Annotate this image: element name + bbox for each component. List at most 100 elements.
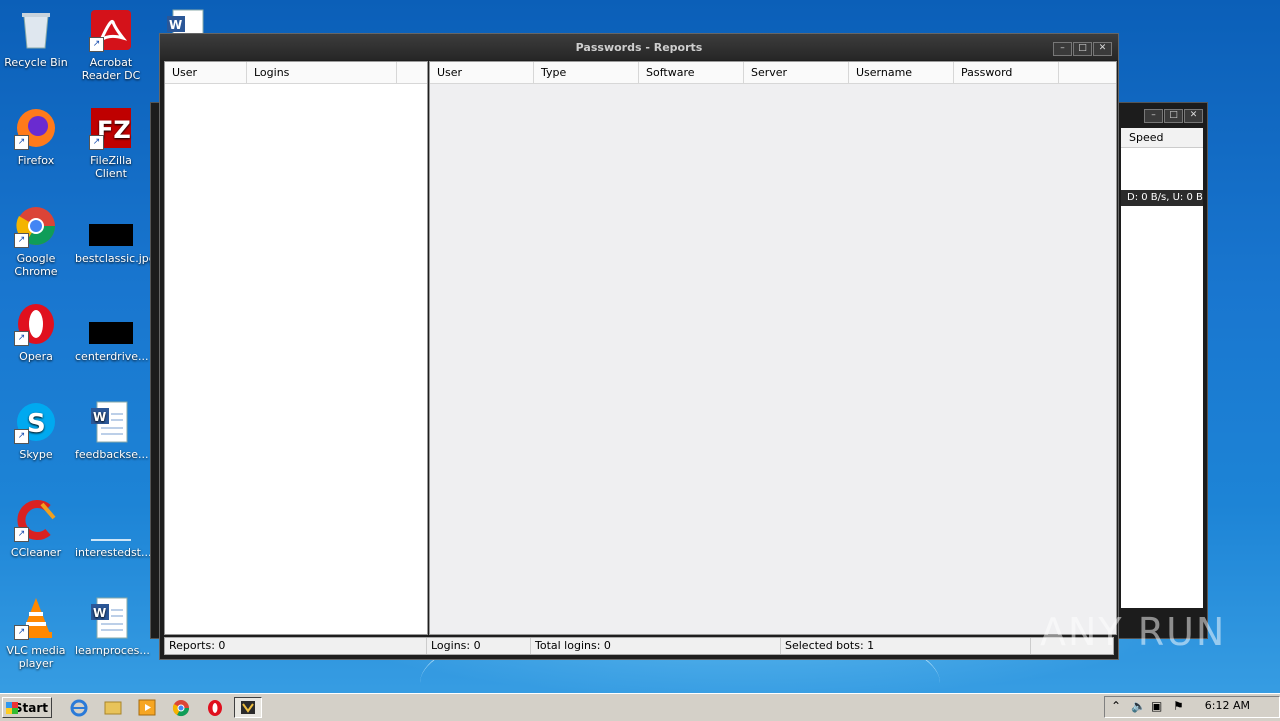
desktop-icon-label: Recycle Bin xyxy=(4,56,68,69)
desktop-icon-skype[interactable]: S ↗ Skype xyxy=(0,400,72,461)
taskbar-chrome-button[interactable] xyxy=(170,697,192,718)
column-header-type[interactable]: Type xyxy=(534,62,639,83)
vlc-icon: ↗ xyxy=(14,596,58,640)
bots-list-pane[interactable]: User Logins xyxy=(164,61,428,635)
desktop-icon-label: centerdrive... xyxy=(75,350,149,363)
shortcut-arrow-icon: ↗ xyxy=(89,37,104,52)
desktop-icon-label: feedbackse... xyxy=(75,448,149,461)
desktop-icon-chrome[interactable]: ↗ Google Chrome xyxy=(0,204,72,278)
column-header-password[interactable]: Password xyxy=(954,62,1059,83)
opera-icon: ↗ xyxy=(14,302,58,346)
desktop-icon-recycle-bin[interactable]: Recycle Bin xyxy=(0,8,72,69)
minimize-button[interactable]: – xyxy=(1053,42,1072,56)
desktop-icon-label: VLC media player xyxy=(6,644,66,670)
system-tray: ⌃ 🔈 ▣ ⚑ xyxy=(1104,696,1280,718)
word-document-icon: W xyxy=(167,9,204,37)
show-hidden-icons-icon[interactable]: ⌃ xyxy=(1111,699,1121,713)
desktop-icon-label: Acrobat Reader DC xyxy=(81,56,141,82)
desktop-icon-acrobat[interactable]: ↗ Acrobat Reader DC xyxy=(75,8,147,82)
desktop-icon-filezilla[interactable]: FZ ↗ FileZilla Client xyxy=(75,106,147,180)
speed-row[interactable]: D: 0 B/s, U: 0 B xyxy=(1121,190,1203,206)
column-header-user[interactable]: User xyxy=(430,62,534,83)
credentials-table-pane[interactable]: User Type Software Server Username Passw… xyxy=(429,61,1117,635)
desktop-icon-label: Opera xyxy=(19,350,53,363)
column-header-user[interactable]: User xyxy=(165,62,247,83)
status-selected-bots: Selected bots: 1 xyxy=(781,638,1031,654)
window-controls: – □ ✕ xyxy=(1052,40,1112,56)
start-button[interactable]: Start xyxy=(2,697,52,718)
word-document-icon: W xyxy=(89,596,133,640)
taskbar-explorer-button[interactable] xyxy=(102,697,124,718)
desktop-icon-label: interestedst... xyxy=(75,546,152,559)
desktop-icon-bestclassic[interactable]: bestclassic.jpg xyxy=(75,204,156,265)
network-icon[interactable]: ▣ xyxy=(1151,699,1162,713)
volume-icon[interactable]: 🔈 xyxy=(1131,699,1146,713)
taskbar-ie-button[interactable] xyxy=(68,697,90,718)
passwords-reports-window[interactable]: Passwords - Reports – □ ✕ User Logins User… xyxy=(159,33,1119,660)
desktop-icon-partial[interactable]: W xyxy=(165,8,209,37)
shortcut-arrow-icon: ↗ xyxy=(14,331,29,346)
shortcut-arrow-icon: ↗ xyxy=(14,527,29,542)
firefox-icon: ↗ xyxy=(14,106,58,150)
column-header-software[interactable]: Software xyxy=(639,62,744,83)
status-total-logins: Total logins: 0 xyxy=(531,638,781,654)
speed-column-header[interactable]: Speed xyxy=(1121,128,1203,148)
app-icon xyxy=(241,701,255,714)
taskbar: Start ⌃ 🔈 ▣ ⚑ 6:12 AM xyxy=(0,693,1280,721)
desktop-icon-label: FileZilla Client xyxy=(90,154,132,180)
desktop-icon-vlc[interactable]: ↗ VLC media player xyxy=(0,596,72,670)
svg-text:W: W xyxy=(93,410,106,424)
column-header-server[interactable]: Server xyxy=(744,62,849,83)
opera-icon xyxy=(208,700,222,716)
desktop-icon-label: Firefox xyxy=(17,154,55,167)
taskbar-clock[interactable]: 6:12 AM xyxy=(1205,699,1250,712)
close-button[interactable]: ✕ xyxy=(1093,42,1112,56)
shortcut-arrow-icon: ↗ xyxy=(14,135,29,150)
desktop-icon-centerdrive[interactable]: centerdrive... xyxy=(75,302,149,363)
recycle-bin-icon xyxy=(14,8,58,52)
start-label: Start xyxy=(13,701,48,715)
credentials-table-header: User Type Software Server Username Passw… xyxy=(430,62,1116,84)
desktop-icon-label: learnproces... xyxy=(75,644,150,657)
desktop-icon-label: CCleaner xyxy=(10,546,62,559)
folder-icon xyxy=(104,701,122,715)
status-bar: Reports: 0 Logins: 0 Total logins: 0 Sel… xyxy=(164,637,1114,655)
taskbar-opera-button[interactable] xyxy=(204,697,226,718)
chrome-icon xyxy=(172,700,190,717)
svg-text:S: S xyxy=(27,409,46,439)
taskbar-active-app-button[interactable] xyxy=(234,697,262,718)
image-file-icon xyxy=(89,302,133,346)
taskbar-media-button[interactable] xyxy=(136,697,158,718)
close-button[interactable]: ✕ xyxy=(1184,109,1203,123)
desktop-icon-ccleaner[interactable]: ↗ CCleaner xyxy=(0,498,72,559)
blank-file-icon xyxy=(89,498,133,542)
column-header-logins[interactable]: Logins xyxy=(247,62,397,83)
desktop-icon-interestedst[interactable]: interestedst... xyxy=(75,498,151,559)
svg-text:W: W xyxy=(93,606,106,620)
desktop-icon-firefox[interactable]: ↗ Firefox xyxy=(0,106,72,167)
shortcut-arrow-icon: ↗ xyxy=(14,233,29,248)
desktop-icon-feedbackse[interactable]: W feedbackse... xyxy=(75,400,149,461)
column-header-username[interactable]: Username xyxy=(849,62,954,83)
desktop-icon-label: Google Chrome xyxy=(14,252,58,278)
ccleaner-icon: ↗ xyxy=(14,498,58,542)
speed-panel: Speed D: 0 B/s, U: 0 B xyxy=(1121,128,1203,608)
shortcut-arrow-icon: ↗ xyxy=(14,429,29,444)
maximize-button[interactable]: □ xyxy=(1164,109,1183,123)
desktop-icon-learnproces[interactable]: W learnproces... xyxy=(75,596,150,657)
watermark: ANY RUN xyxy=(1040,610,1227,654)
maximize-button[interactable]: □ xyxy=(1073,42,1092,56)
shortcut-arrow-icon: ↗ xyxy=(89,135,104,150)
acrobat-icon: ↗ xyxy=(89,8,133,52)
svg-text:W: W xyxy=(169,18,182,32)
action-center-flag-icon[interactable]: ⚑ xyxy=(1173,699,1184,713)
minimize-button[interactable]: – xyxy=(1144,109,1163,123)
chrome-icon: ↗ xyxy=(14,204,58,248)
skype-icon: S ↗ xyxy=(14,400,58,444)
status-reports: Reports: 0 xyxy=(165,638,427,654)
windows-flag-icon xyxy=(6,702,18,714)
media-player-icon xyxy=(138,699,156,716)
window-controls: – □ ✕ xyxy=(1143,107,1203,123)
desktop-icon-label: bestclassic.jpg xyxy=(75,252,156,265)
desktop-icon-opera[interactable]: ↗ Opera xyxy=(0,302,72,363)
